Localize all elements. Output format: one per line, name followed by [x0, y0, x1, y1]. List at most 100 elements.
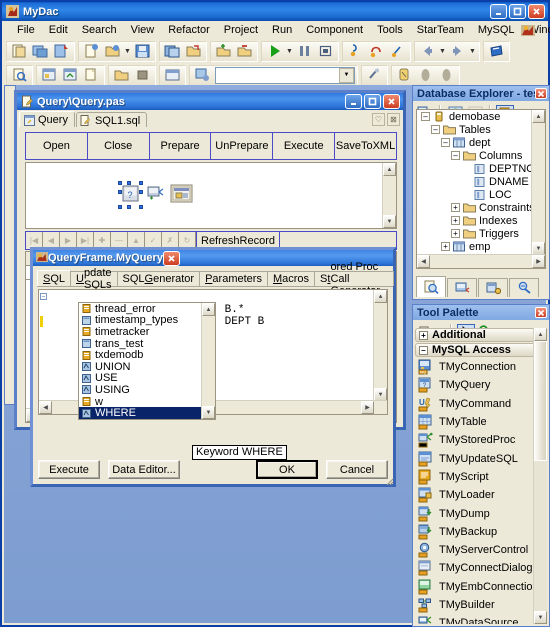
resize-grip-icon[interactable]: [384, 476, 394, 486]
step-over-icon[interactable]: [366, 42, 387, 61]
search-tab-icon[interactable]: [416, 276, 446, 297]
new-form-icon[interactable]: [81, 66, 102, 85]
back-dropdown-arrow-icon[interactable]: ▼: [438, 42, 447, 61]
run-to-cursor-icon[interactable]: [387, 42, 408, 61]
editor-scroll-right-arrow-icon[interactable]: ▶: [361, 401, 374, 414]
tree-scroll-left-arrow-icon[interactable]: ◀: [417, 255, 430, 268]
editor-vertical-scrollbar[interactable]: ▲ ▼: [373, 290, 387, 401]
database-tree[interactable]: – demobase – Tables – dept – Columns DEP…: [416, 109, 546, 269]
expander-icon[interactable]: +: [451, 216, 460, 225]
palette-item-tmyquery[interactable]: ? TMyQuery: [415, 376, 547, 394]
editor-scroll-left-arrow-icon[interactable]: ◀: [39, 401, 52, 414]
tree-node-indexes[interactable]: + Indexes: [417, 214, 532, 227]
tree-horizontal-scrollbar[interactable]: ◀ ▶: [417, 254, 545, 268]
list-item[interactable]: USING: [79, 384, 215, 396]
list-item[interactable]: thread_error: [79, 303, 215, 315]
list-item[interactable]: timetracker: [79, 326, 215, 338]
tab-macros[interactable]: Macros: [266, 271, 316, 286]
forward-icon[interactable]: [447, 42, 468, 61]
view-form-icon[interactable]: [39, 66, 60, 85]
palette-scroll-up-arrow-icon[interactable]: ▲: [534, 328, 547, 341]
palette-item-tmyembconnection[interactable]: TMyEmbConnection: [415, 578, 547, 596]
palette-item-tmyupdatesql[interactable]: TMyUpdateSQL: [415, 449, 547, 467]
open-folder-icon[interactable]: [111, 66, 132, 85]
forward-dropdown-arrow-icon[interactable]: ▼: [468, 42, 477, 61]
query-maximize-button[interactable]: [364, 94, 381, 109]
close-button-query[interactable]: Close: [87, 133, 150, 159]
tree-node-dept[interactable]: – dept: [417, 136, 532, 149]
tree-node-emp[interactable]: + emp: [417, 240, 532, 253]
TDataSource-component[interactable]: [147, 185, 166, 205]
kill-icon[interactable]: ⊠: [387, 113, 400, 126]
expander-icon[interactable]: +: [451, 229, 460, 238]
save-desktop-icon[interactable]: [364, 66, 385, 85]
canvas-scroll-down-arrow-icon[interactable]: ▼: [383, 215, 396, 228]
toggle-form-unit-icon[interactable]: [60, 66, 81, 85]
expander-icon[interactable]: +: [441, 242, 450, 251]
list-item[interactable]: w: [79, 396, 215, 408]
run-icon[interactable]: [264, 42, 285, 61]
query-close-button[interactable]: [383, 94, 400, 109]
set-debug-desktop-icon[interactable]: [394, 66, 415, 85]
desktop-combo[interactable]: ▼: [215, 66, 355, 84]
palette-item-tmytable[interactable]: TMyTable: [415, 413, 547, 431]
minimize-button[interactable]: [490, 4, 507, 19]
back-icon[interactable]: [417, 42, 438, 61]
menu-item-refactor[interactable]: Refactor: [161, 23, 217, 37]
menu-item-starteam[interactable]: StarTeam: [410, 23, 471, 37]
menu-item-edit[interactable]: Edit: [42, 23, 75, 37]
palette-item-tmydatasource[interactable]: TMyDataSource: [415, 614, 547, 624]
menu-item-mysql[interactable]: MySQL: [471, 23, 522, 37]
form-canvas[interactable]: ? ▲ ▼: [25, 162, 397, 229]
stop-icon[interactable]: [132, 66, 153, 85]
ghost2-icon[interactable]: [436, 66, 457, 85]
expander-icon[interactable]: –: [419, 345, 428, 355]
prepare-button[interactable]: Prepare: [149, 133, 212, 159]
palette-item-tmyconnectdialog[interactable]: TMyConnectDialog: [415, 559, 547, 577]
TMyConnection-component[interactable]: [170, 184, 193, 206]
query-frame-close-button[interactable]: [162, 250, 180, 266]
new-item-icon[interactable]: [81, 42, 102, 61]
expander-icon[interactable]: –: [451, 151, 460, 160]
open-file-icon[interactable]: [102, 42, 123, 61]
program-reset-icon[interactable]: [315, 42, 336, 61]
run-dropdown-arrow-icon[interactable]: ▼: [285, 42, 294, 61]
palette-item-tmydump[interactable]: TMyDump: [415, 504, 547, 522]
autocomplete-popup[interactable]: ▲ ▼ thread_error timestamp_types timetra…: [78, 302, 216, 420]
execute-button-dialog[interactable]: Execute: [38, 460, 100, 479]
tree-node-deptno[interactable]: DEPTNO: [417, 162, 532, 175]
menu-item-project[interactable]: Project: [217, 23, 265, 37]
menu-item-component[interactable]: Component: [299, 23, 370, 37]
maximize-button[interactable]: [509, 4, 526, 19]
palette-item-tmyloader[interactable]: TMyLoader: [415, 486, 547, 504]
view-window-icon[interactable]: [162, 66, 183, 85]
query-minimize-button[interactable]: [345, 94, 362, 109]
tool-palette-list[interactable]: + Additional – MySQL Access MQ TMyConnec…: [415, 328, 547, 624]
palette-item-tmycommand[interactable]: U TMyCommand: [415, 395, 547, 413]
palette-scroll-down-arrow-icon[interactable]: ▼: [534, 611, 547, 624]
tree-node-loc[interactable]: LOC: [417, 188, 532, 201]
tree-node-demobase[interactable]: – demobase: [417, 110, 532, 123]
data-editor-button[interactable]: Data Editor...: [108, 460, 180, 479]
open-project2-icon[interactable]: [183, 42, 204, 61]
tab-sql1[interactable]: SQL1.sql: [75, 112, 148, 128]
help-icon[interactable]: [486, 42, 507, 61]
desktop-combo-arrow-icon[interactable]: ▼: [339, 67, 354, 83]
canvas-scroll-up-arrow-icon[interactable]: ▲: [383, 163, 396, 176]
ok-button[interactable]: OK: [256, 460, 318, 479]
list-item[interactable]: trans_test: [79, 338, 215, 350]
palette-item-tmyservercontrol[interactable]: TMyServerControl: [415, 541, 547, 559]
open-project-icon[interactable]: [30, 42, 51, 61]
tree-scroll-up-arrow-icon[interactable]: ▲: [532, 110, 545, 123]
save-project-as-icon[interactable]: [51, 42, 72, 61]
save-icon[interactable]: [132, 42, 153, 61]
savetoxml-button[interactable]: SaveToXML: [335, 133, 396, 159]
palette-item-tmybackup[interactable]: TMyBackup: [415, 523, 547, 541]
code-fold-icon[interactable]: –: [40, 293, 47, 300]
palette-item-tmybuilder[interactable]: TMyBuilder: [415, 596, 547, 614]
tab-stored-proc-call-generator[interactable]: Stored Proc Call Generator: [314, 261, 394, 297]
tool-palette-close-icon[interactable]: [535, 307, 547, 318]
data-explorer-tab-icon[interactable]: [509, 278, 539, 297]
TMyQuery-component[interactable]: ?: [118, 181, 143, 209]
tree-node-constraints[interactable]: + Constraints: [417, 201, 532, 214]
